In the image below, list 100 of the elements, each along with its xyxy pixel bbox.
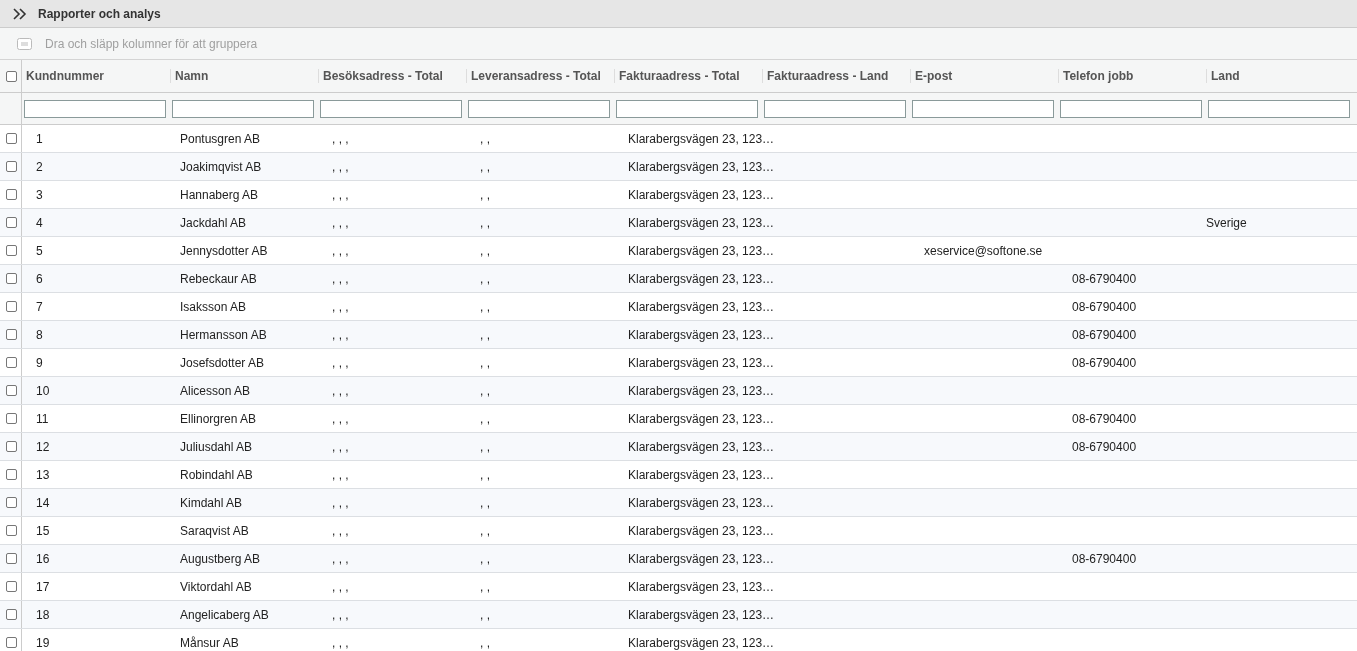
customer-number-cell-text: 2 [35, 159, 43, 174]
column-header[interactable]: Namn [170, 69, 318, 83]
visit-address-cell-text: , , , [331, 271, 349, 286]
row-checkbox[interactable] [6, 553, 17, 564]
row-checkbox[interactable] [6, 525, 17, 536]
row-checkbox[interactable] [6, 637, 17, 648]
visit-address-cell-text: , , , [331, 159, 349, 174]
customer-name-cell-text: Rebeckaur AB [179, 271, 257, 286]
invoice-address-cell-text: Klarabergsvägen 23, 123… [627, 187, 775, 202]
column-header[interactable]: Kundnummer [22, 69, 170, 83]
invoice-address-cell-text: Klarabergsvägen 23, 123… [627, 299, 775, 314]
filter-field[interactable] [1060, 99, 1202, 118]
delivery-address-cell-text: , , [479, 131, 490, 146]
customer-name-cell-text: Saraqvist AB [179, 523, 249, 538]
invoice-address-cell-text: Klarabergsvägen 23, 123… [627, 523, 775, 538]
row-checkbox[interactable] [6, 189, 17, 200]
double-chevron-icon[interactable] [12, 7, 28, 20]
invoice-address-cell-text: Klarabergsvägen 23, 123… [627, 355, 775, 370]
row-checkbox[interactable] [6, 385, 17, 396]
customer-number-cell-text: 18 [35, 607, 50, 622]
delivery-address-cell-text: , , [479, 355, 490, 370]
customer-name-cell-text: Jennysdotter AB [179, 243, 268, 258]
delivery-address-cell-text: , , [479, 579, 490, 594]
visit-address-cell-text: , , , [331, 243, 349, 258]
visit-address-cell-text: , , , [331, 551, 349, 566]
customer-number-cell-text: 16 [35, 551, 50, 566]
visit-address-cell-text: , , , [331, 383, 349, 398]
select-all-checkbox[interactable] [6, 70, 17, 82]
page-title: Rapporter och analys [38, 6, 161, 21]
visit-address-cell-text: , , , [331, 355, 349, 370]
customer-name-cell-text: Jackdahl AB [179, 215, 247, 230]
column-header[interactable]: Telefon jobb [1058, 69, 1206, 83]
customer-name-cell-text: Hannaberg AB [179, 187, 259, 202]
customer-number-cell-text: 3 [35, 187, 43, 202]
row-checkbox[interactable] [6, 161, 17, 172]
row-checkbox[interactable] [6, 609, 17, 620]
filter-field[interactable] [24, 99, 166, 118]
invoice-address-cell-text: Klarabergsvägen 23, 123… [627, 411, 775, 426]
filter-field[interactable] [1208, 99, 1350, 118]
invoice-address-cell-text: Klarabergsvägen 23, 123… [627, 467, 775, 482]
customer-number-cell-text: 14 [35, 495, 50, 510]
work-phone-cell-text: 08-6790400 [1071, 327, 1137, 342]
column-header[interactable]: Fakturaadress - Total [614, 69, 762, 83]
customer-number-cell-text: 5 [35, 243, 43, 258]
filter-field[interactable] [468, 99, 610, 118]
delivery-address-cell-text: , , [479, 187, 490, 202]
invoice-address-cell-text: Klarabergsvägen 23, 123… [627, 159, 775, 174]
filter-field[interactable] [320, 99, 462, 118]
column-header[interactable]: Besöksadress - Total [318, 69, 466, 83]
row-checkbox[interactable] [6, 301, 17, 312]
visit-address-cell-text: , , , [331, 607, 349, 622]
customer-name-cell-text: Pontusgren AB [179, 131, 261, 146]
filter-field[interactable] [172, 99, 314, 118]
invoice-address-cell-text: Klarabergsvägen 23, 123… [627, 551, 775, 566]
row-checkbox[interactable] [6, 441, 17, 452]
visit-address-cell-text: , , , [331, 327, 349, 342]
row-checkbox[interactable] [6, 217, 17, 228]
group-drop-hint: Dra och släpp kolumner för att gruppera [45, 36, 258, 51]
visit-address-cell-text: , , , [331, 187, 349, 202]
work-phone-cell-text: 08-6790400 [1071, 551, 1137, 566]
visit-address-cell-text: , , , [331, 299, 349, 314]
visit-address-cell-text: , , , [331, 635, 349, 650]
filter-field[interactable] [912, 99, 1054, 118]
customer-name-cell-text: Kimdahl AB [179, 495, 243, 510]
customer-number-cell-text: 11 [35, 411, 49, 426]
row-checkbox[interactable] [6, 245, 17, 256]
filter-field[interactable] [764, 99, 906, 118]
customer-number-cell-text: 4 [35, 215, 43, 230]
column-header[interactable]: Leveransadress - Total [466, 69, 614, 83]
filter-field[interactable] [616, 99, 758, 118]
invoice-address-cell-text: Klarabergsvägen 23, 123… [627, 607, 775, 622]
row-checkbox[interactable] [6, 581, 17, 592]
column-header[interactable]: E-post [910, 69, 1058, 83]
visit-address-cell-text: , , , [331, 215, 349, 230]
work-phone-cell-text: 08-6790400 [1071, 355, 1137, 370]
invoice-address-cell-text: Klarabergsvägen 23, 123… [627, 439, 775, 454]
delivery-address-cell-text: , , [479, 411, 490, 426]
row-checkbox[interactable] [6, 273, 17, 284]
customer-number-cell-text: 17 [35, 579, 50, 594]
row-checkbox[interactable] [6, 497, 17, 508]
row-checkbox[interactable] [6, 133, 17, 144]
column-header[interactable]: Land [1206, 69, 1354, 83]
invoice-address-cell-text: Klarabergsvägen 23, 123… [627, 327, 775, 342]
invoice-address-cell-text: Klarabergsvägen 23, 123… [627, 383, 775, 398]
row-checkbox[interactable] [6, 329, 17, 340]
row-checkbox[interactable] [6, 413, 17, 424]
customer-number-cell-text: 9 [35, 355, 43, 370]
delivery-address-cell-text: , , [479, 271, 490, 286]
row-checkbox[interactable] [6, 357, 17, 368]
work-phone-cell-text: 08-6790400 [1071, 271, 1137, 286]
delivery-address-cell-text: , , [479, 383, 490, 398]
invoice-address-cell-text: Klarabergsvägen 23, 123… [627, 243, 775, 258]
row-checkbox[interactable] [6, 469, 17, 480]
visit-address-cell-text: , , , [331, 579, 349, 594]
work-phone-cell-text: 08-6790400 [1071, 439, 1137, 454]
column-header[interactable]: Fakturaadress - Land [762, 69, 910, 83]
delivery-address-cell-text: , , [479, 467, 490, 482]
delivery-address-cell-text: , , [479, 159, 490, 174]
visit-address-cell-text: , , , [331, 411, 349, 426]
delivery-address-cell-text: , , [479, 243, 490, 258]
